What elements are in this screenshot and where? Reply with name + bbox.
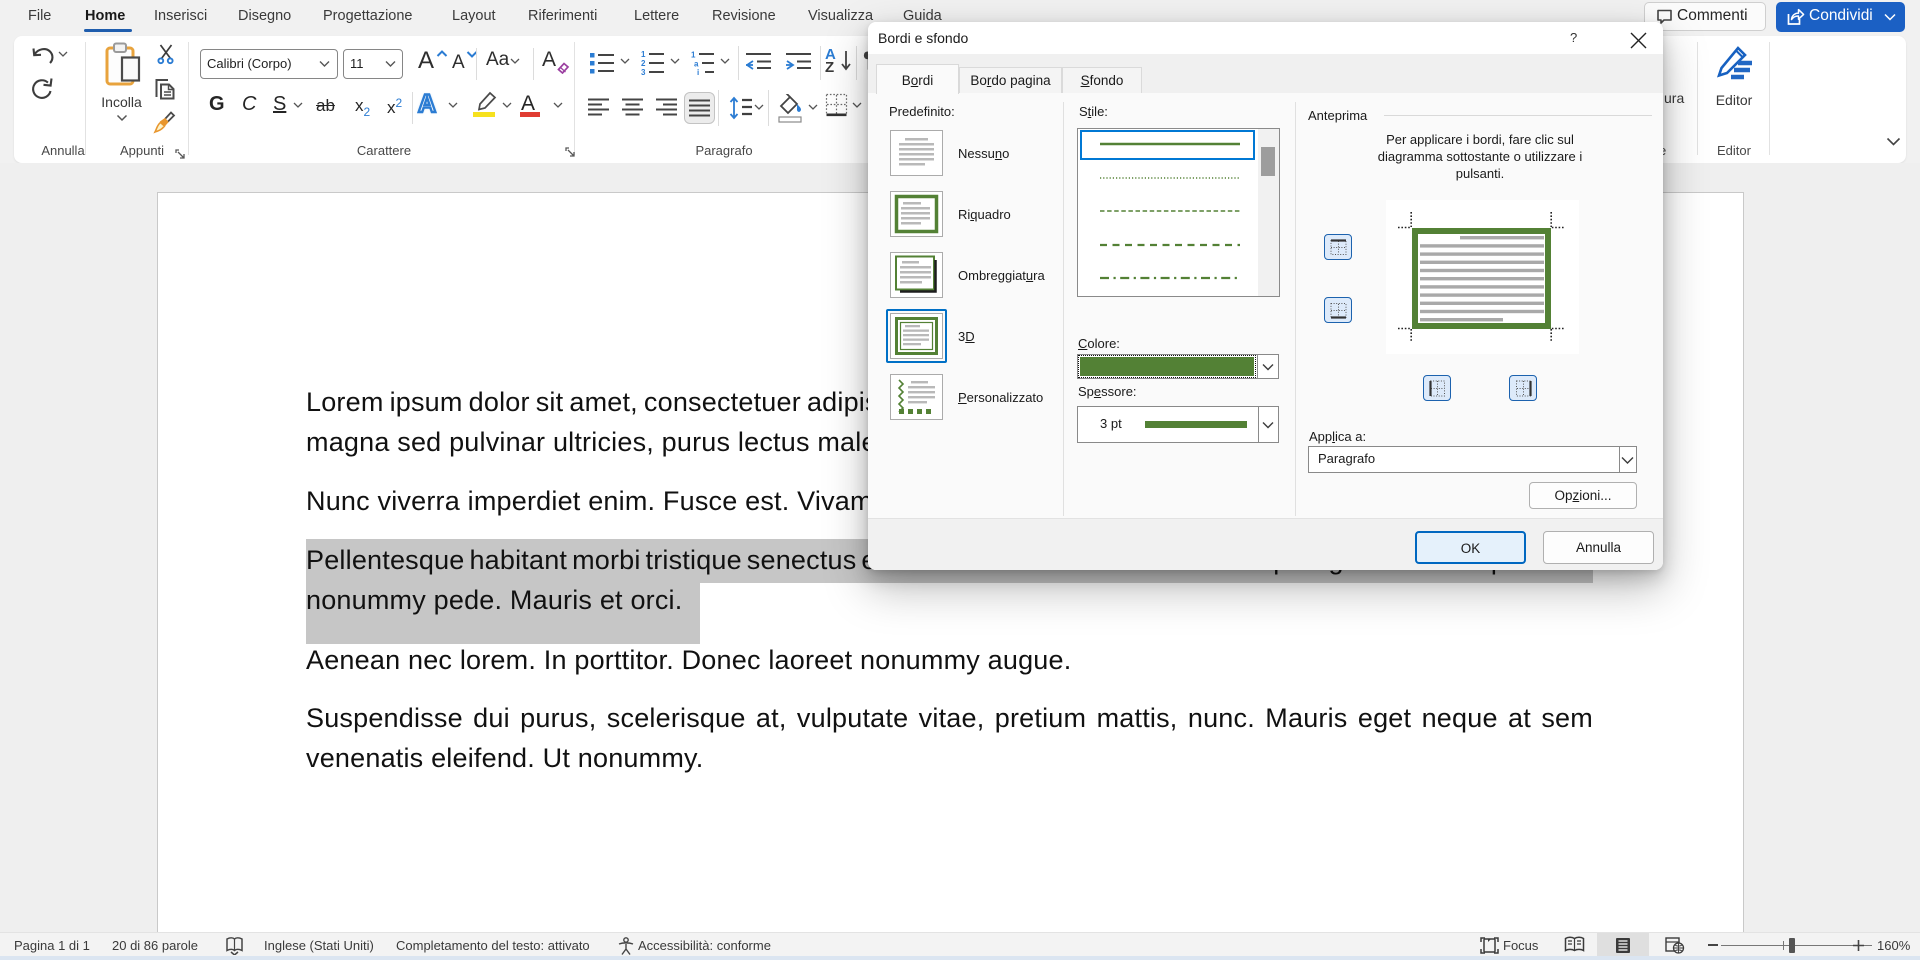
svg-text:3: 3	[641, 68, 646, 75]
svg-text:2: 2	[641, 59, 646, 68]
svg-text:i: i	[697, 68, 699, 75]
svg-text:1: 1	[641, 50, 646, 59]
svg-text:1: 1	[691, 51, 696, 60]
